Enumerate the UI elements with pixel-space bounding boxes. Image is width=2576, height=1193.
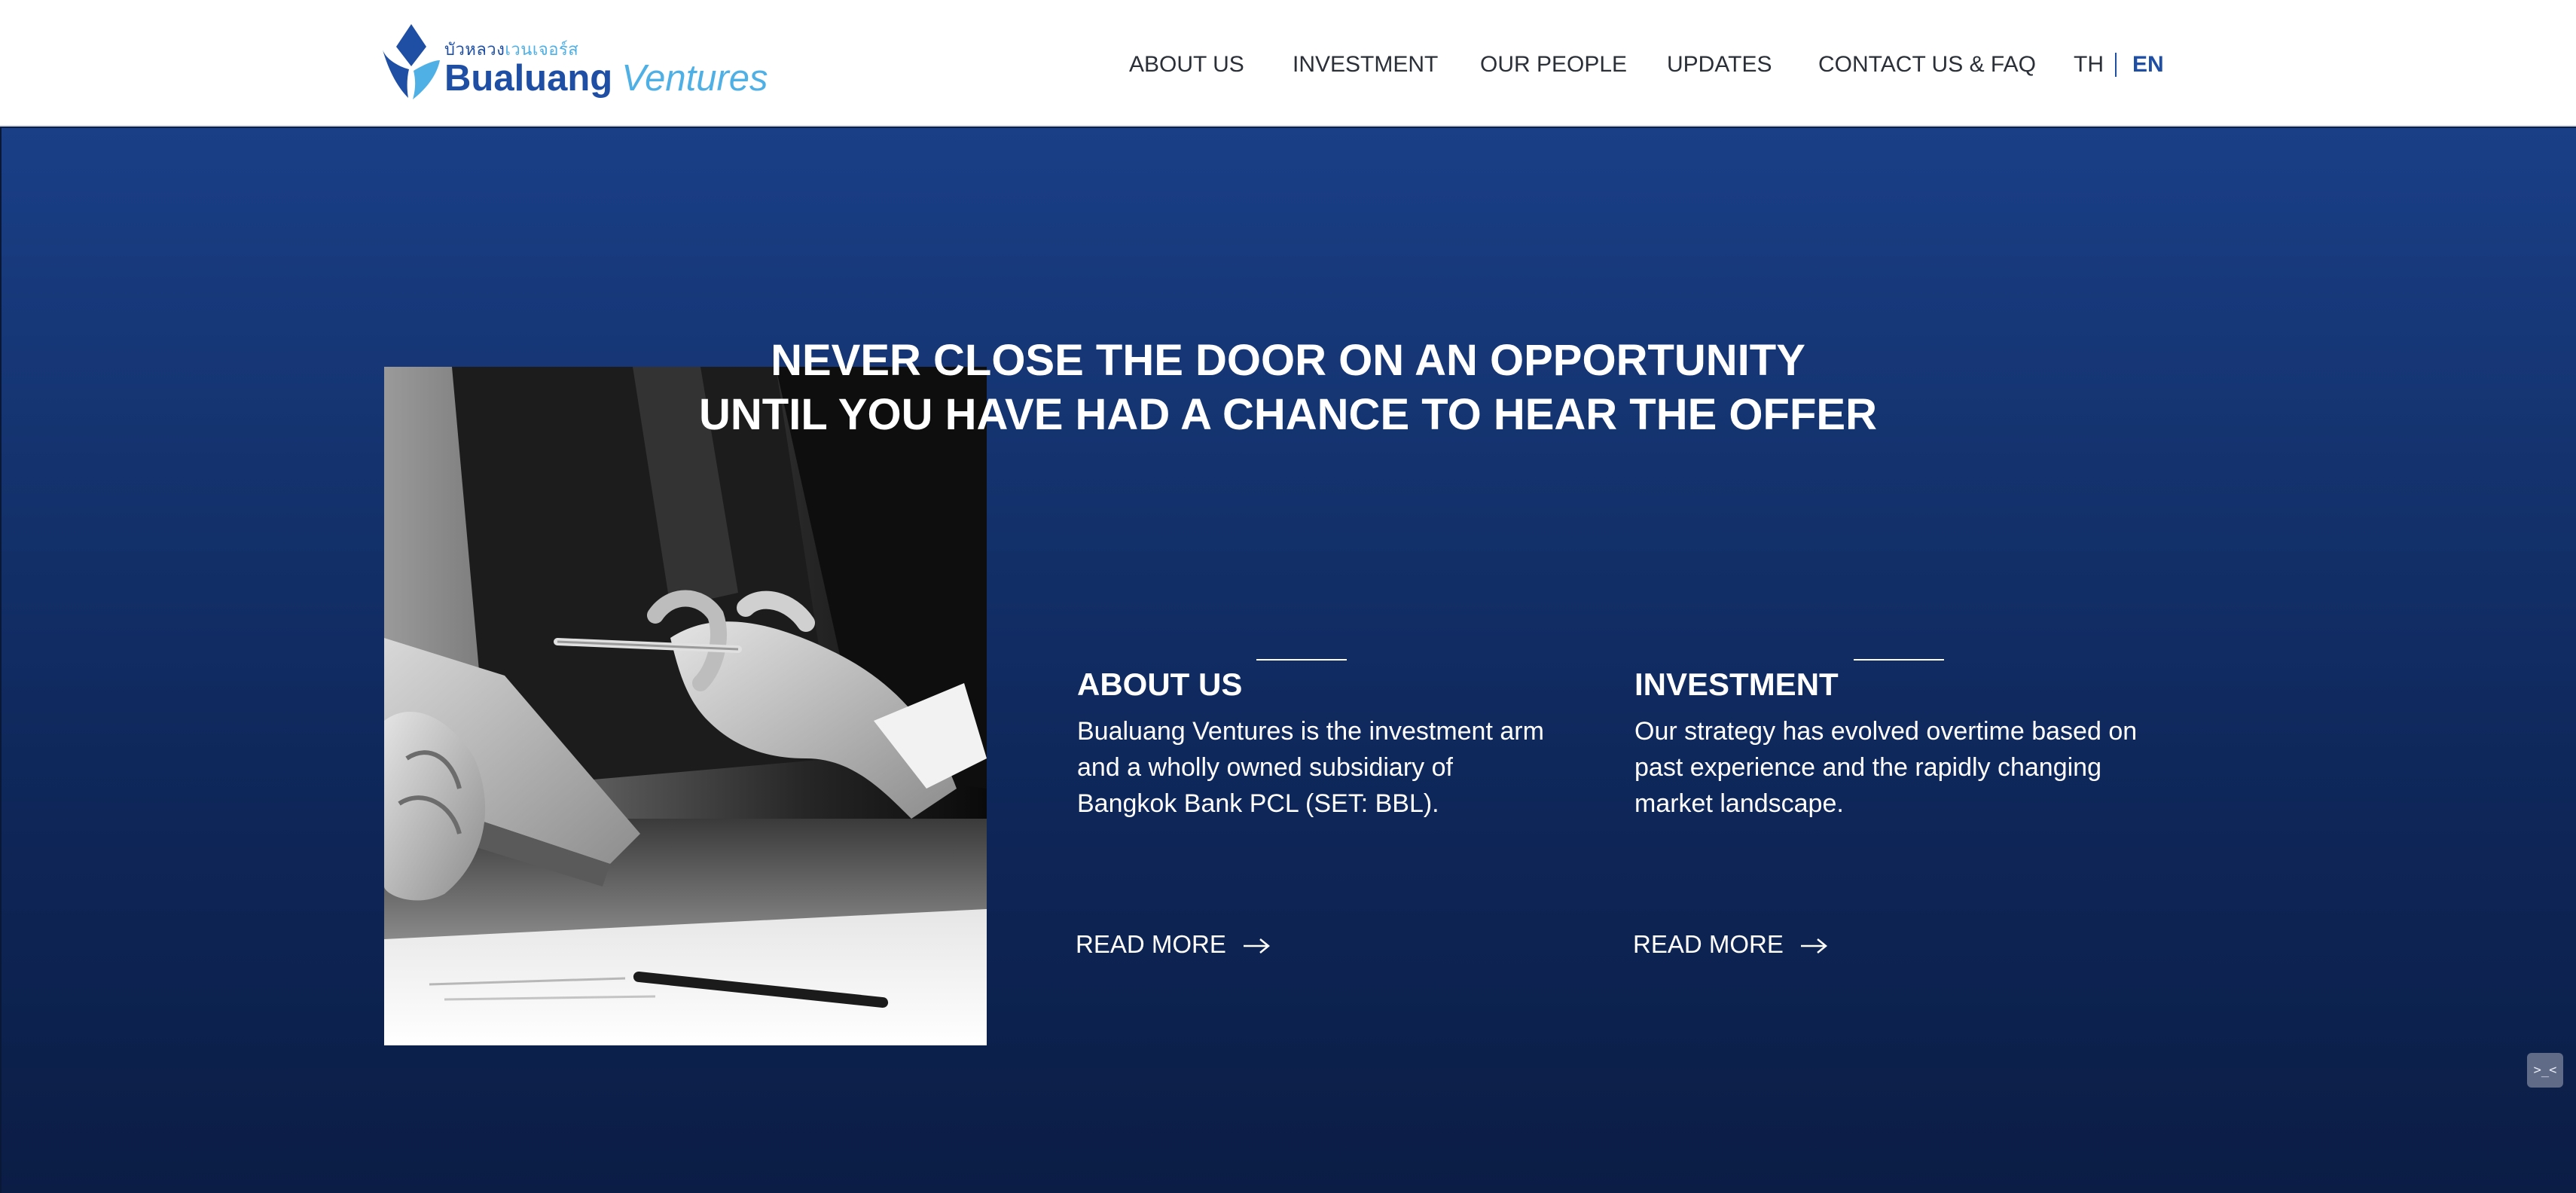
hero-title-line2: UNTIL YOU HAVE HAD A CHANCE TO HEAR THE … [699, 389, 1877, 439]
investment-line-1: Our strategy has evolved overtime based … [1634, 717, 2138, 746]
nav-contact-faq[interactable]: CONTACT US & FAQ [1818, 47, 2036, 83]
investment-description: Our strategy has evolved overtime based … [1634, 713, 2137, 822]
logo-brand-italic: Ventures [621, 58, 768, 99]
about-us-description: Bualuang Ventures is the investment arm … [1077, 713, 1544, 822]
about-us-line-2: and a wholly owned subsidiary of [1077, 753, 1453, 782]
investment-line-3: market landscape. [1634, 789, 1844, 818]
language-divider [2115, 53, 2117, 77]
nav-investment[interactable]: INVESTMENT [1293, 47, 1438, 83]
about-us-heading-rule [1256, 659, 1347, 661]
language-th[interactable]: TH [2074, 47, 2104, 83]
logo-wordmark: Bualuang Ventures [444, 56, 768, 101]
lotus-logo-icon [383, 24, 440, 99]
business-handshake-photo [384, 367, 987, 1045]
investment-heading: INVESTMENT [1634, 666, 1839, 702]
photo-illustration [384, 367, 987, 1045]
nav-updates[interactable]: UPDATES [1667, 47, 1772, 83]
nav-about-us[interactable]: ABOUT US [1129, 47, 1244, 83]
logo-brand-bold: Bualuang [444, 58, 613, 99]
arrow-right-icon [1801, 938, 1828, 954]
language-en[interactable]: EN [2132, 47, 2164, 83]
arrow-right-icon [1244, 938, 1271, 954]
about-us-heading: ABOUT US [1077, 666, 1243, 702]
support-chat-icon[interactable]: >_< [2527, 1053, 2563, 1088]
bualuang-ventures-logo[interactable]: บัวหลวงเวนเจอร์ส Bualuang Ventures [381, 23, 768, 105]
site-header: บัวหลวงเวนเจอร์ส Bualuang Ventures ABOUT … [0, 0, 2576, 127]
nav-our-people[interactable]: OUR PEOPLE [1480, 47, 1627, 83]
investment-read-more-link[interactable]: READ MORE [1633, 926, 1828, 963]
investment-read-more-label: READ MORE [1633, 930, 1784, 958]
about-us-line-1: Bualuang Ventures is the investment arm [1077, 717, 1544, 746]
about-us-line-3: Bangkok Bank PCL (SET: BBL). [1077, 789, 1439, 818]
about-us-read-more-label: READ MORE [1076, 930, 1226, 958]
investment-line-2: past experience and the rapidly changing [1634, 753, 2101, 782]
hero-title-line1: NEVER CLOSE THE DOOR ON AN OPPORTUNITY [771, 335, 1805, 385]
about-us-read-more-link[interactable]: READ MORE [1076, 926, 1271, 963]
investment-heading-rule [1854, 659, 1944, 661]
